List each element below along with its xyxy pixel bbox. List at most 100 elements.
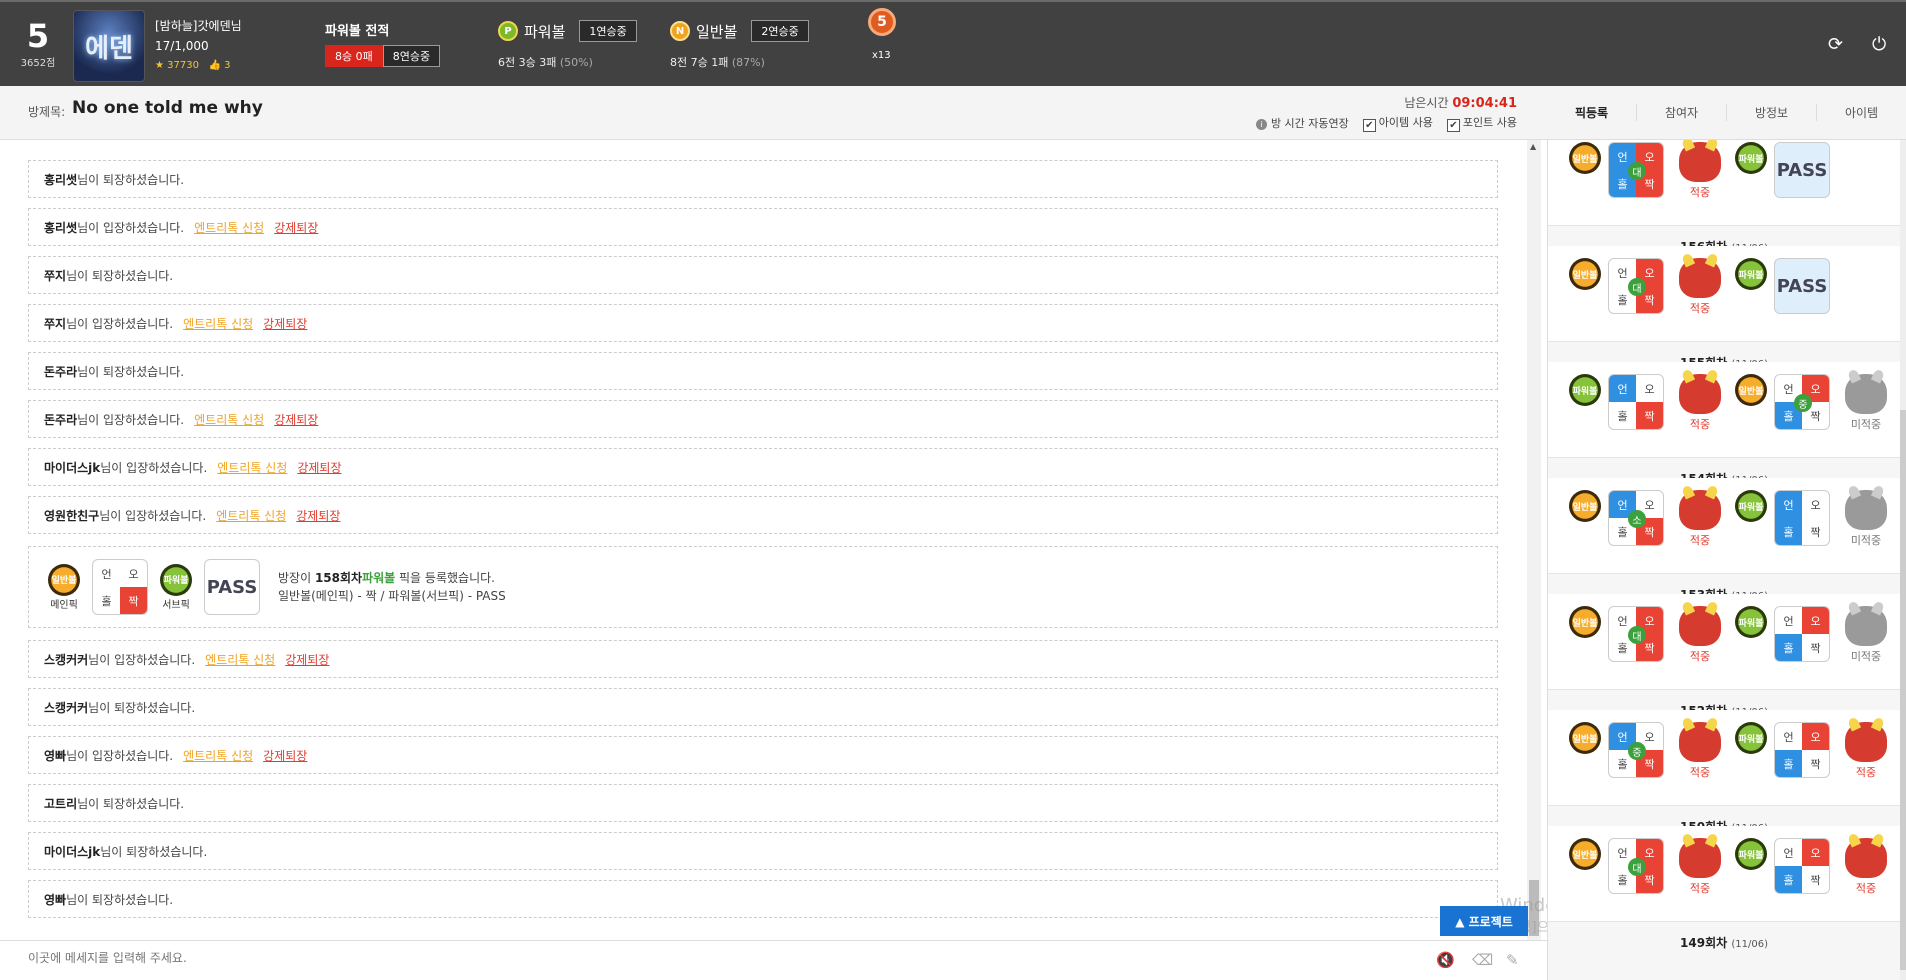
room-title-label: 방제목: xyxy=(28,105,66,119)
pick-text: 픽을 등록했습니다. xyxy=(395,571,495,585)
grid-center-badge: 대 xyxy=(1628,626,1646,644)
tab-pick-register[interactable]: 픽등록 xyxy=(1547,104,1637,121)
entry-talk-link[interactable]: 엔트리톡 신청 xyxy=(183,315,253,332)
grid-cell: 홀 xyxy=(1617,409,1628,423)
tab-items[interactable]: 아이템 xyxy=(1817,104,1906,121)
chat-message: 홍리썻 님이 퇴장하셨습니다. xyxy=(28,160,1498,198)
chat-text: 님이 입장하셨습니다. xyxy=(77,220,185,235)
item-use-checkbox[interactable]: ✔ xyxy=(1362,119,1376,132)
entry-talk-link[interactable]: 엔트리톡 신청 xyxy=(183,747,253,764)
history-right-ball: 일반볼 xyxy=(1735,374,1767,406)
pick-grid: 언오홀짝대 xyxy=(1608,838,1664,894)
chat-user[interactable]: 고트리 xyxy=(44,795,77,812)
chat-user[interactable]: 홍리썻 xyxy=(44,219,77,236)
message-input[interactable] xyxy=(28,951,1328,965)
tab-room-info[interactable]: 방정보 xyxy=(1727,104,1817,121)
point-use-option[interactable]: ✔ 포인트 사용 xyxy=(1446,114,1517,132)
entry-talk-link[interactable]: 엔트리톡 신청 xyxy=(216,507,286,524)
result-text: 미적중 xyxy=(1850,650,1882,663)
entry-talk-link[interactable]: 엔트리톡 신청 xyxy=(194,219,264,236)
powerball-icon: 파워볼 xyxy=(1569,374,1601,406)
round-number: 149회차 xyxy=(1680,936,1728,950)
magic-wand-icon[interactable]: ✎ xyxy=(1506,951,1519,969)
chat-user[interactable]: 돈주라 xyxy=(44,411,77,428)
chat-scrollbar[interactable]: ▲ xyxy=(1527,140,1541,940)
level-number: 5 xyxy=(26,17,50,55)
result-text: 적중 xyxy=(1689,882,1711,895)
grid-cell: 언 xyxy=(1775,491,1802,518)
chat-message: 쭈지 님이 입장하셨습니다. 엔트리톡 신청 강제퇴장 xyxy=(28,304,1498,342)
pick-text: 파워볼 xyxy=(362,571,396,585)
chat-message: 돈주라 님이 퇴장하셨습니다. xyxy=(28,352,1498,390)
chat-text: 님이 퇴장하셨습니다. xyxy=(77,364,185,379)
grid-cell: 오 xyxy=(1802,723,1829,750)
chat-user[interactable]: 영원한친구 xyxy=(44,507,99,524)
chat-user[interactable]: 쭈지 xyxy=(44,267,66,284)
auto-extend-option[interactable]: i방 시간 자동연장 xyxy=(1255,115,1349,131)
chat-message: 마이더스jk 님이 퇴장하셨습니다. xyxy=(28,832,1498,870)
chat-user[interactable]: 마이더스jk xyxy=(44,843,100,860)
kick-link[interactable]: 강제퇴장 xyxy=(296,507,340,524)
chat-user[interactable]: 쭈지 xyxy=(44,315,66,332)
entry-talk-link[interactable]: 엔트리톡 신청 xyxy=(205,651,275,668)
entry-talk-link[interactable]: 엔트리톡 신청 xyxy=(217,459,287,476)
medal-icon: 5 xyxy=(868,8,896,36)
history-left-ball: 파워볼 xyxy=(1569,374,1601,406)
user-count: 17/1,000 xyxy=(155,39,209,53)
grid-cell: 오 xyxy=(1644,382,1655,396)
mute-icon[interactable]: 🔇 xyxy=(1436,951,1455,969)
kick-link[interactable]: 강제퇴장 xyxy=(297,459,341,476)
powerball-record: 파워볼 전적 8승 0패 8연승중 xyxy=(325,20,441,67)
normalball-icon: 일반볼 xyxy=(1569,142,1601,174)
kick-link[interactable]: 강제퇴장 xyxy=(263,747,307,764)
kick-link[interactable]: 강제퇴장 xyxy=(263,315,307,332)
avatar[interactable]: 에덴 xyxy=(73,10,145,82)
grid-cell: 짝 xyxy=(1810,873,1821,887)
history-entry: 파워볼 언 오 홀 짝 적중 일반볼 언 오 홀 짝 중 미적중 xyxy=(1548,362,1900,458)
chat-user[interactable]: 스캥커커 xyxy=(44,699,88,716)
user-level: 5 3652점 xyxy=(18,18,58,69)
eraser-icon[interactable]: ⌫ xyxy=(1472,951,1493,969)
history-left-ball: 일반볼 xyxy=(1569,142,1601,174)
normalball-icon: 일반볼 xyxy=(1735,374,1767,406)
kick-link[interactable]: 강제퇴장 xyxy=(285,651,329,668)
chat-text: 님이 입장하셨습니다. xyxy=(66,316,174,331)
sub-pick: 파워볼 서브픽 xyxy=(156,563,196,611)
history-scrollbar[interactable] xyxy=(1900,140,1906,980)
bull-icon xyxy=(1679,490,1721,530)
kick-link[interactable]: 강제퇴장 xyxy=(274,219,318,236)
history-right-result: 적중 xyxy=(1838,838,1894,896)
chat-user[interactable]: 영빠 xyxy=(44,891,66,908)
chat-user[interactable]: 영빠 xyxy=(44,747,66,764)
result-text: 적중 xyxy=(1855,766,1877,779)
chat-text: 님이 입장하셨습니다. xyxy=(77,412,185,427)
refresh-icon[interactable]: ⟳ xyxy=(1828,34,1843,55)
chat-user[interactable]: 홍리썻 xyxy=(44,171,77,188)
chat-user[interactable]: 마이더스jk xyxy=(44,459,100,476)
grid-cell: 언 xyxy=(1783,614,1794,628)
chat-user[interactable]: 스캥커커 xyxy=(44,651,88,668)
kick-link[interactable]: 강제퇴장 xyxy=(274,411,318,428)
item-use-option[interactable]: ✔ 아이템 사용 xyxy=(1362,114,1433,132)
history-left-result: 적중 xyxy=(1672,374,1728,432)
point-use-checkbox[interactable]: ✔ xyxy=(1446,119,1460,132)
tab-participants[interactable]: 참여자 xyxy=(1637,104,1727,121)
chat-message: 영빠 님이 퇴장하셨습니다. xyxy=(28,880,1498,918)
entry-talk-link[interactable]: 엔트리톡 신청 xyxy=(194,411,264,428)
chat-text: 님이 입장하셨습니다. xyxy=(88,652,196,667)
project-button[interactable]: ▲ 프로젝트 xyxy=(1440,906,1528,936)
power-icon[interactable]: ⏻ xyxy=(1872,34,1886,55)
pass-badge: PASS xyxy=(1774,142,1830,198)
chat-log: 홍리썻 님이 퇴장하셨습니다. 홍리썻 님이 입장하셨습니다. 엔트리톡 신청 강제퇴장 쭈… xyxy=(0,140,1520,940)
chat-user[interactable]: 돈주라 xyxy=(44,363,77,380)
normalball-icon: 일반볼 xyxy=(1569,722,1601,754)
history-scroll-thumb[interactable] xyxy=(1900,410,1906,970)
star-count: 37730 xyxy=(167,60,199,71)
history-right-ball: 파워볼 xyxy=(1735,722,1767,754)
pick-text: 방장이 xyxy=(278,571,315,585)
scroll-up-icon[interactable]: ▲ xyxy=(1530,142,1536,151)
pick-history: 일반볼언오홀짝대적중파워볼PASS156회차 (11/06)일반볼언오홀짝대적중… xyxy=(1547,140,1906,980)
pick-grid: 언오홀짝대 xyxy=(1608,606,1664,662)
history-right-result: 미적중 xyxy=(1838,606,1894,664)
chat-text: 님이 퇴장하셨습니다. xyxy=(66,268,174,283)
